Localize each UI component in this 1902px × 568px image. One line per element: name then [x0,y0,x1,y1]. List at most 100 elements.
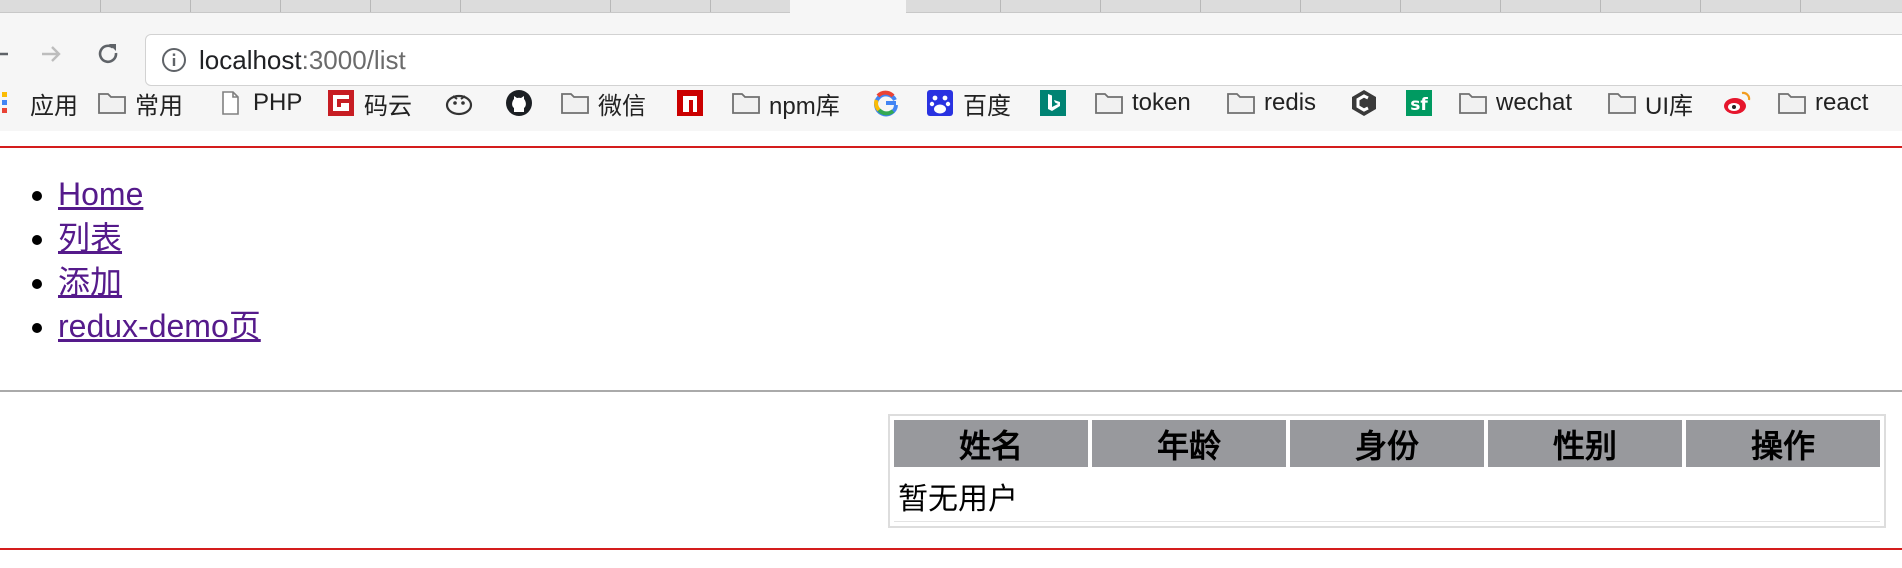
bookmark-label: 常用 [135,92,183,120]
page-icon [222,91,239,115]
folder-icon [1778,93,1806,114]
bookmark-php[interactable]: PHP [215,85,302,121]
nav-list: Home 列表 添加 redux-demo页 [0,172,261,348]
codepen-c-icon [1352,90,1376,116]
google-icon [874,90,898,117]
nav-link-redux-demo[interactable]: redux-demo页 [58,308,261,344]
page-content: Home 列表 添加 redux-demo页 姓名 年龄 身份 性别 操作 暂无… [0,148,1902,568]
bookmark-segmentfault[interactable]: sf [1404,85,1442,121]
table-header-row: 姓名 年龄 身份 性别 操作 [894,420,1880,467]
folder-icon [1608,93,1636,114]
info-icon[interactable] [161,47,187,73]
bookmark-weibo[interactable] [1722,85,1760,121]
back-arrow-icon [0,52,8,56]
folder-icon [98,93,126,114]
github-icon [506,90,532,116]
bookmark-folder[interactable]: redis [1226,85,1316,121]
weibo-icon [1724,91,1751,114]
column-header-identity: 身份 [1290,420,1484,467]
tab-separator [1100,0,1101,12]
bookmark-gitee[interactable]: 码云 [326,85,412,121]
tab-separator [190,0,191,12]
folder-icon [1459,93,1487,114]
folder-icon [1227,93,1255,114]
back-button[interactable] [0,41,12,67]
bookmark-google[interactable] [871,85,909,121]
bookmark-label: 微信 [598,92,646,120]
nav-link-add[interactable]: 添加 [58,264,122,300]
bookmark-folder[interactable]: UI库 [1607,85,1693,121]
table-row: 暂无用户 [894,471,1880,522]
tab-strip [0,0,1902,13]
tab-separator [610,0,611,12]
bookmark-bing[interactable] [1038,85,1076,121]
bookmark-label: 应用 [30,92,78,120]
bookmark-label: PHP [253,89,303,116]
folder-icon [1095,93,1123,114]
address-bar[interactable]: localhost:3000/list [145,34,1902,86]
tab-separator [1300,0,1301,12]
bookmark-apps[interactable]: 应用 [0,85,78,121]
nav-item-add: 添加 [58,260,261,304]
bookmark-folder[interactable]: react [1777,85,1868,121]
bing-icon [1040,90,1066,116]
nav-item-home: Home [58,172,261,216]
gitee-icon [328,90,354,116]
bookmark-folder[interactable]: 微信 [560,85,646,121]
tab-separator [1400,0,1401,12]
bookmark-label: 百度 [963,92,1011,120]
url-path: :3000/list [301,45,406,75]
bookmark-label: UI库 [1645,92,1693,120]
browser-chrome: localhost:3000/list 应用 常用 PHP 码云 微信 npm库… [0,0,1902,131]
bookmark-folder[interactable]: token [1094,85,1191,121]
tab-separator [1500,0,1501,12]
baidu-icon [927,90,953,116]
nav-link-home[interactable]: Home [58,176,143,212]
nav-link-list[interactable]: 列表 [58,220,122,256]
tab-separator [1600,0,1601,12]
reload-icon [98,44,118,64]
active-tab[interactable] [790,0,906,13]
bookmark-folder[interactable]: npm库 [731,85,840,121]
folder-icon [732,93,760,114]
column-header-name: 姓名 [894,420,1088,467]
bookmark-folder[interactable]: wechat [1458,85,1572,121]
footer-divider [0,548,1902,550]
bookmark-label: react [1815,89,1869,116]
bookmark-label: redis [1264,89,1317,116]
apps-grid-icon [2,92,7,113]
bookmark-label: token [1132,89,1191,116]
column-header-age: 年龄 [1092,420,1286,467]
npm-icon [677,90,703,116]
folder-icon [561,93,589,114]
tab-separator [100,0,101,12]
nav-item-redux-demo: redux-demo页 [58,304,261,348]
bookmark-codepen[interactable] [1349,85,1387,121]
forward-button[interactable] [38,41,64,67]
nav-item-list: 列表 [58,216,261,260]
reload-button[interactable] [95,41,121,67]
segmentfault-icon: sf [1406,90,1432,116]
url-text[interactable]: localhost:3000/list [199,45,406,75]
bookmark-github[interactable] [504,85,542,121]
bookmark-label: npm库 [769,92,840,120]
user-table: 姓名 年龄 身份 性别 操作 暂无用户 [888,414,1886,528]
tab-separator [460,0,461,12]
tab-separator [710,0,711,12]
svg-text:sf: sf [1410,95,1428,115]
section-divider [0,390,1902,392]
bird-icon [445,94,473,116]
column-header-actions: 操作 [1686,420,1880,467]
tab-separator [1700,0,1701,12]
forward-arrow-icon [42,46,61,62]
bookmark-npm[interactable] [675,85,713,121]
bookmark-label: wechat [1496,89,1573,116]
url-host: localhost [199,45,302,75]
bookmark-baidu[interactable]: 百度 [925,85,1011,121]
toolbar: localhost:3000/list [0,13,1902,86]
empty-state-text: 暂无用户 [894,471,1880,522]
bookmarks-bar: 应用 常用 PHP 码云 微信 npm库 百度 token redis sf w… [0,83,1902,123]
bookmark-folder[interactable]: 常用 [97,85,183,121]
tab-separator [1200,0,1201,12]
bookmark-bird[interactable] [444,85,482,121]
